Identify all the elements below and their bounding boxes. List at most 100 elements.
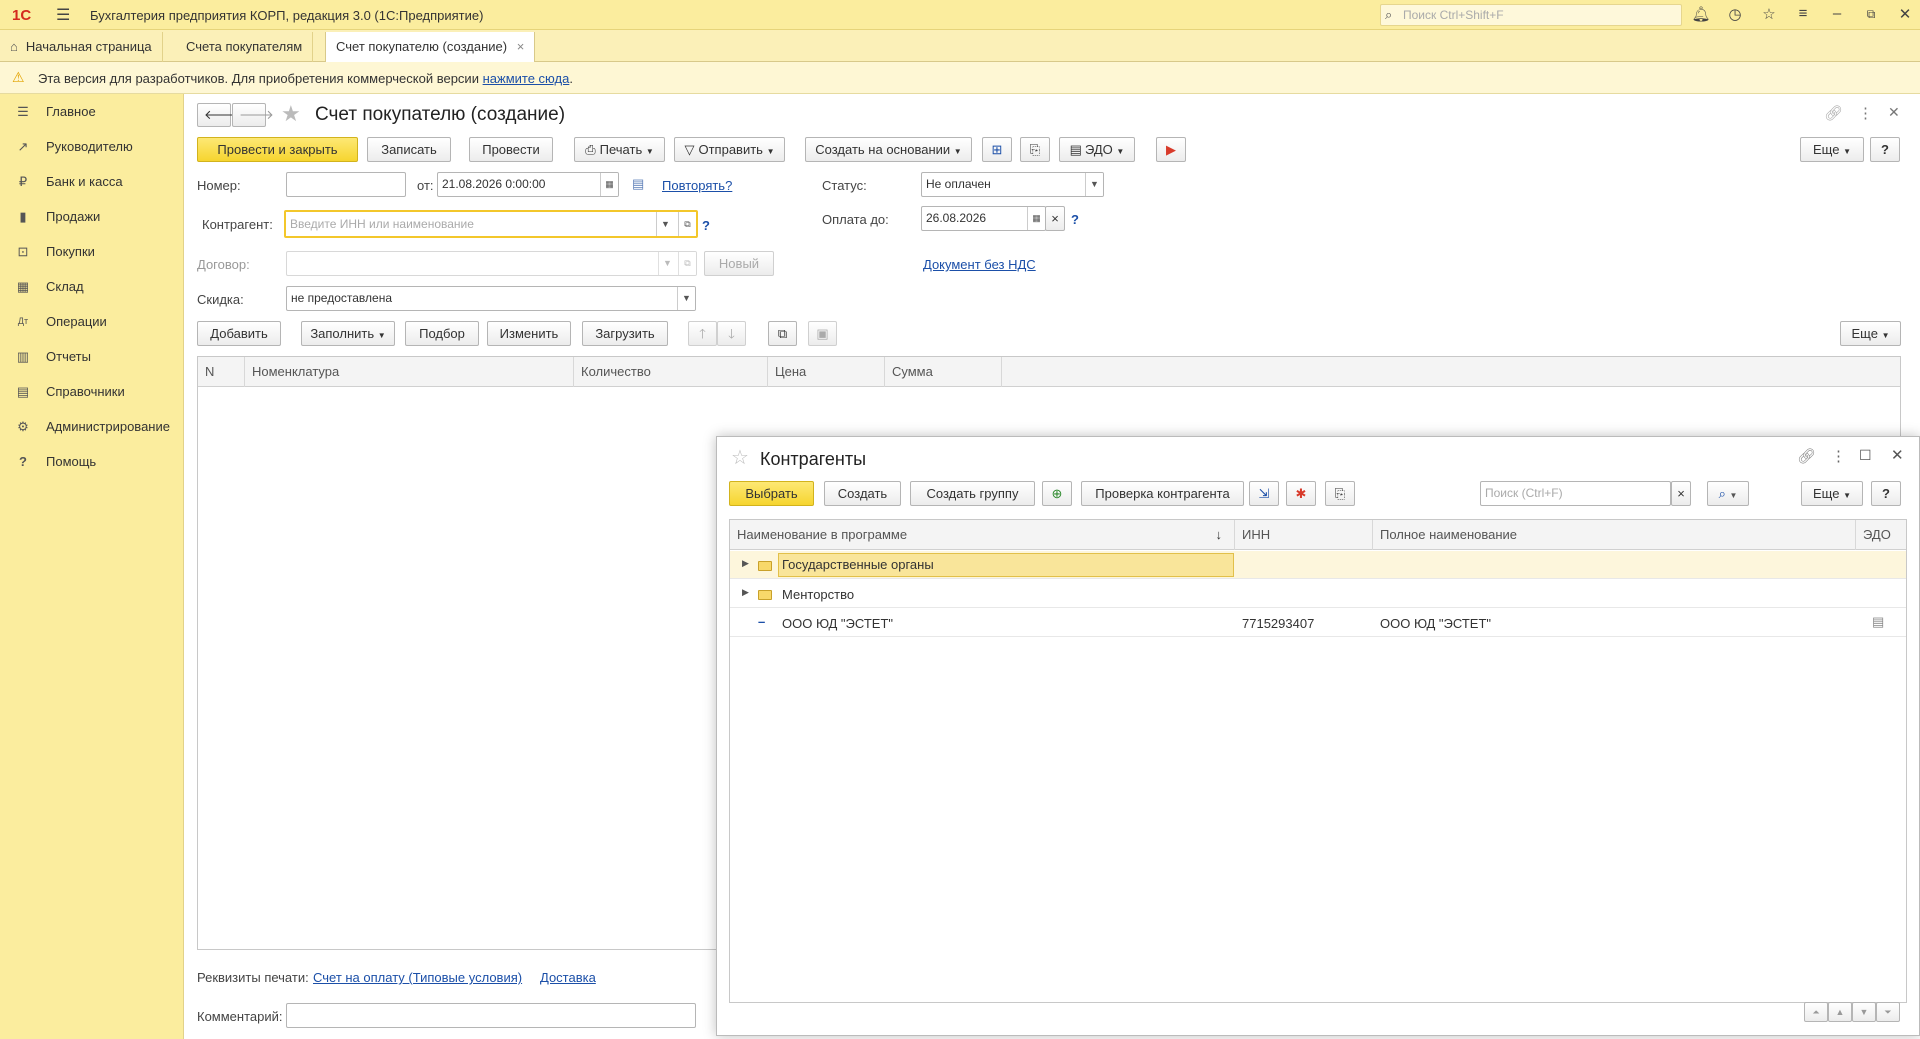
sidebar-item-warehouse[interactable]: ▦ Склад — [0, 269, 184, 304]
column-name[interactable]: Наименование в программе ↓ — [730, 520, 1235, 550]
sidebar-item-main[interactable]: ☰ Главное — [0, 94, 184, 129]
restore-icon[interactable]: ⧉ — [1860, 7, 1882, 22]
pay-until-field[interactable]: 26.08.2026 ▦ — [921, 206, 1046, 231]
clear-search-button[interactable]: × — [1671, 481, 1691, 506]
sidebar-item-reports[interactable]: ▥ Отчеты — [0, 339, 184, 374]
global-search-input[interactable]: ⌕ Поиск Ctrl+Shift+F — [1380, 4, 1682, 26]
check-counterparty-button[interactable]: Проверка контрагента — [1081, 481, 1244, 506]
close-dialog-icon[interactable]: ✕ — [1891, 446, 1904, 464]
column-inn[interactable]: ИНН — [1235, 520, 1373, 550]
sidebar-item-manager[interactable]: ↗ Руководителю — [0, 129, 184, 164]
tab-invoice-create[interactable]: Счет покупателю (создание) × — [325, 32, 536, 63]
close-tab-icon[interactable]: × — [517, 39, 525, 54]
number-field[interactable] — [286, 172, 406, 197]
no-vat-link[interactable]: Документ без НДС — [923, 257, 1036, 272]
tab-home[interactable]: ⌂ Начальная страница — [0, 32, 163, 62]
more-vertical-icon[interactable]: ⋮ — [1831, 447, 1846, 465]
scroll-bottom-button[interactable]: ⏷ — [1876, 1002, 1900, 1022]
column-quantity[interactable]: Количество — [574, 357, 768, 387]
exchange-button[interactable]: ▶ — [1156, 137, 1186, 162]
create-button[interactable]: Создать — [824, 481, 901, 506]
table-row[interactable]: – ООО ЮД "ЭСТЕТ" 7715293407 ООО ЮД "ЭСТЕ… — [730, 609, 1906, 637]
move-up-button[interactable]: 🡑 — [688, 321, 717, 346]
dialog-help-button[interactable]: ? — [1871, 481, 1901, 506]
minimize-icon[interactable]: – — [1826, 5, 1848, 22]
forward-button[interactable]: 🡒 — [232, 103, 274, 127]
contract-input[interactable]: ▼ ⧉ — [286, 251, 697, 276]
save-button[interactable]: Записать — [367, 137, 451, 162]
open-icon[interactable]: ⧉ — [678, 212, 696, 236]
print-button[interactable]: ⎙ Печать ▼ — [574, 137, 665, 162]
sidebar-item-operations[interactable]: Дт Операции — [0, 304, 184, 339]
fill-button[interactable]: Заполнить ▼ — [301, 321, 395, 346]
settings-menu-icon[interactable]: ≡ — [1792, 5, 1814, 22]
link-icon[interactable]: 🔗︎ — [1797, 447, 1816, 465]
main-menu-icon[interactable]: ☰ — [56, 5, 70, 25]
new-contract-button[interactable]: Новый — [704, 251, 774, 276]
help-button[interactable]: ? — [1870, 137, 1900, 162]
table-row[interactable]: ▶ Менторство — [730, 580, 1906, 608]
chevron-down-icon[interactable]: ▼ — [658, 252, 676, 275]
history-icon[interactable]: ◷ — [1724, 5, 1746, 23]
column-nomenclature[interactable]: Номенклатура — [245, 357, 574, 387]
delivery-link[interactable]: Доставка — [540, 970, 596, 985]
dialog-more-button[interactable]: Еще ▼ — [1801, 481, 1863, 506]
comment-input[interactable] — [286, 1003, 696, 1028]
star-icon[interactable]: ☆ — [1758, 5, 1780, 23]
add-copy-button[interactable]: ⊕ — [1042, 481, 1072, 506]
scroll-top-button[interactable]: ⏶ — [1804, 1002, 1828, 1022]
status-select[interactable]: Не оплачен ▼ — [921, 172, 1104, 197]
export-button[interactable]: ⇲ — [1249, 481, 1279, 506]
chevron-down-icon[interactable]: ▼ — [656, 212, 674, 236]
scroll-up-button[interactable]: ▲ — [1828, 1002, 1852, 1022]
back-button[interactable]: 🡐 — [197, 103, 239, 127]
column-edo[interactable]: ЭДО — [1856, 520, 1906, 550]
sidebar-item-catalogs[interactable]: ▤ Справочники — [0, 374, 184, 409]
date-field[interactable]: 21.08.2026 0:00:00 ▦ — [437, 172, 619, 197]
search-options-button[interactable]: ⌕ ▼ — [1707, 481, 1749, 506]
scroll-down-button[interactable]: ▼ — [1852, 1002, 1876, 1022]
discount-select[interactable]: не предоставлена ▼ — [286, 286, 696, 311]
calendar-icon[interactable]: ▦ — [1027, 207, 1045, 230]
expand-icon[interactable]: ▶ — [742, 558, 749, 569]
create-based-on-button[interactable]: Создать на основании ▼ — [805, 137, 972, 162]
table-row[interactable]: ▶ Государственные органы — [730, 551, 1906, 579]
link-icon[interactable]: 🔗︎ — [1824, 104, 1843, 122]
tab-invoices-list[interactable]: Счета покупателям — [176, 32, 314, 62]
close-form-icon[interactable]: ✕ — [1888, 104, 1900, 121]
move-down-button[interactable]: 🡓 — [717, 321, 746, 346]
pick-button[interactable]: Подбор — [405, 321, 479, 346]
calendar-icon[interactable]: ▦ — [600, 173, 618, 196]
close-window-icon[interactable]: ✕ — [1894, 5, 1916, 23]
buy-link[interactable]: нажмите сюда — [483, 71, 570, 86]
sidebar-item-bank[interactable]: ₽ Банк и касса — [0, 164, 184, 199]
sidebar-item-admin[interactable]: ⚙ Администрирование — [0, 409, 184, 444]
edo-button[interactable]: ▤ ЭДО ▼ — [1059, 137, 1135, 162]
column-sum[interactable]: Сумма — [885, 357, 1002, 387]
favorite-star-icon[interactable]: ☆ — [731, 445, 749, 470]
edit-button[interactable]: Изменить — [487, 321, 571, 346]
dialog-search-input[interactable]: Поиск (Ctrl+F) — [1480, 481, 1671, 506]
expand-icon[interactable]: ▶ — [742, 587, 749, 598]
print-terms-link[interactable]: Счет на оплату (Типовые условия) — [313, 970, 522, 985]
sidebar-item-purchases[interactable]: ⊡ Покупки — [0, 234, 184, 269]
pay-until-help-icon[interactable]: ? — [1071, 212, 1079, 227]
paste-button[interactable]: ▣ — [808, 321, 837, 346]
diagnostic-button[interactable]: ✱ — [1286, 481, 1316, 506]
create-group-button[interactable]: Создать группу — [910, 481, 1035, 506]
favorite-star-icon[interactable]: ★ — [281, 101, 301, 127]
counterparty-input[interactable]: Введите ИНН или наименование ▼ ⧉ — [284, 210, 698, 238]
table-more-button[interactable]: Еще ▼ — [1840, 321, 1901, 346]
send-button[interactable]: ▽ Отправить ▼ — [674, 137, 785, 162]
more-vertical-icon[interactable]: ⋮ — [1858, 104, 1873, 122]
bell-icon[interactable]: 🔔︎ — [1690, 5, 1712, 23]
attach-button[interactable]: ⎘ — [1020, 137, 1050, 162]
select-button[interactable]: Выбрать — [729, 481, 814, 506]
counterparty-help-icon[interactable]: ? — [702, 218, 710, 233]
load-button[interactable]: Загрузить — [582, 321, 668, 346]
post-button[interactable]: Провести — [469, 137, 553, 162]
add-row-button[interactable]: Добавить — [197, 321, 281, 346]
chevron-down-icon[interactable]: ▼ — [677, 287, 695, 310]
sidebar-item-help[interactable]: ? Помощь — [0, 444, 184, 479]
sidebar-item-sales[interactable]: ▮ Продажи — [0, 199, 184, 234]
